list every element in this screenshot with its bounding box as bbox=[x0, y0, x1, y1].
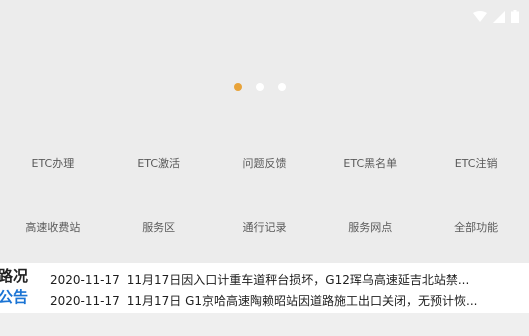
road-notice-label-line1: 路况 bbox=[0, 267, 29, 285]
service-outlet-button[interactable]: 服务网点 bbox=[317, 212, 423, 242]
travel-record-button[interactable]: 通行记录 bbox=[212, 212, 318, 242]
carousel-indicator bbox=[0, 83, 529, 91]
notice-text: 11月17日 G1京哈高速陶赖昭站因道路施工出口关闭，无预计恢... bbox=[126, 294, 478, 308]
etc-apply-button[interactable]: ETC办理 bbox=[0, 148, 106, 178]
carousel-dot-3[interactable] bbox=[277, 83, 286, 91]
notice-date: 2020-11-17 bbox=[50, 273, 120, 287]
notice-date: 2020-11-17 bbox=[50, 294, 120, 308]
carousel-dot-1[interactable] bbox=[233, 83, 242, 91]
wifi-icon bbox=[473, 10, 487, 22]
notice-list: 2020-11-17 11月17日因入口计重车道秤台损坏，G12珲乌高速延吉北站禁… bbox=[50, 270, 523, 312]
road-notice-label: 路况 公告 bbox=[0, 266, 34, 308]
etc-blacklist-button[interactable]: ETC黑名单 bbox=[317, 148, 423, 178]
battery-icon bbox=[511, 10, 519, 23]
toll-station-button[interactable]: 高速收费站 bbox=[0, 212, 106, 242]
road-notice-bar[interactable]: 路况 公告 2020-11-17 11月17日因入口计重车道秤台损坏，G12珲乌高… bbox=[0, 263, 529, 313]
notice-item[interactable]: 2020-11-17 11月17日因入口计重车道秤台损坏，G12珲乌高速延吉北站禁… bbox=[50, 270, 523, 291]
notice-item[interactable]: 2020-11-17 11月17日 G1京哈高速陶赖昭站因道路施工出口关闭，无预计… bbox=[50, 291, 523, 312]
carousel-dot-2[interactable] bbox=[255, 83, 264, 91]
service-area-button[interactable]: 服务区 bbox=[106, 212, 212, 242]
signal-icon bbox=[493, 10, 505, 23]
status-icons bbox=[473, 10, 519, 23]
etc-cancel-button[interactable]: ETC注销 bbox=[423, 148, 529, 178]
feedback-button[interactable]: 问题反馈 bbox=[212, 148, 318, 178]
road-notice-label-line2: 公告 bbox=[0, 288, 29, 306]
banner-carousel[interactable] bbox=[0, 36, 529, 110]
notice-text: 11月17日因入口计重车道秤台损坏，G12珲乌高速延吉北站禁... bbox=[126, 273, 470, 287]
all-functions-button[interactable]: 全部功能 bbox=[423, 212, 529, 242]
service-grid-row-1: ETC办理 ETC激活 问题反馈 ETC黑名单 ETC注销 bbox=[0, 148, 529, 178]
service-grid-row-2: 高速收费站 服务区 通行记录 服务网点 全部功能 bbox=[0, 212, 529, 242]
bottom-strip bbox=[0, 313, 529, 336]
status-bar bbox=[0, 0, 529, 36]
etc-activate-button[interactable]: ETC激活 bbox=[106, 148, 212, 178]
